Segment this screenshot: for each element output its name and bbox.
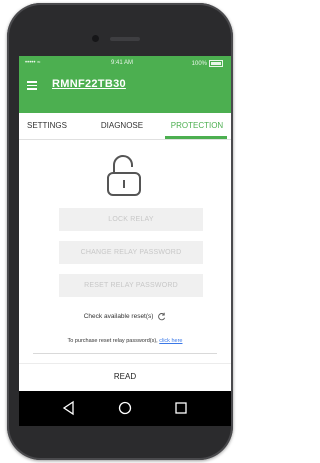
check-resets-row[interactable]: Check available reset(s) bbox=[19, 312, 231, 321]
check-resets-label: Check available reset(s) bbox=[83, 313, 154, 321]
purchase-text: To purchase reset relay password(s), bbox=[67, 338, 158, 344]
device-title: RMNF22TB30 bbox=[52, 78, 126, 90]
tab-diagnose[interactable]: DIAGNOSE bbox=[89, 113, 155, 139]
carrier-signal: ••••• ≈ bbox=[25, 60, 41, 66]
hamburger-menu-icon[interactable] bbox=[27, 81, 37, 90]
android-nav-bar bbox=[19, 391, 231, 426]
lock-relay-button[interactable]: LOCK RELAY bbox=[59, 208, 203, 231]
battery-status: 100% bbox=[192, 60, 223, 67]
recents-square-icon[interactable] bbox=[173, 400, 189, 416]
status-time: 9:41 AM bbox=[111, 60, 134, 66]
back-triangle-icon[interactable] bbox=[61, 400, 77, 416]
active-tab-indicator bbox=[165, 136, 227, 139]
read-button[interactable]: READ bbox=[19, 363, 231, 390]
purchase-reset-row: To purchase reset relay password(s), cli… bbox=[19, 338, 231, 344]
change-relay-password-button[interactable]: CHANGE RELAY PASSWORD bbox=[59, 241, 203, 264]
refresh-icon[interactable] bbox=[157, 312, 166, 321]
divider bbox=[33, 353, 217, 354]
reset-relay-password-button[interactable]: RESET RELAY PASSWORD bbox=[59, 274, 203, 297]
earpiece-speaker bbox=[110, 37, 140, 41]
status-bar: ••••• ≈ 9:41 AM 100% bbox=[19, 56, 231, 70]
open-padlock-icon bbox=[107, 155, 141, 196]
battery-icon bbox=[209, 60, 223, 67]
home-circle-icon[interactable] bbox=[117, 400, 133, 416]
battery-percent: 100% bbox=[191, 61, 207, 68]
tab-settings[interactable]: SETTINGS bbox=[19, 113, 75, 139]
app-bar: ••••• ≈ 9:41 AM 100% RMNF22TB30 bbox=[19, 56, 231, 113]
front-camera bbox=[92, 35, 99, 42]
purchase-link[interactable]: click here bbox=[159, 338, 182, 344]
tab-bar: SETTINGS DIAGNOSE PROTECTION bbox=[19, 113, 231, 140]
app-screen: ••••• ≈ 9:41 AM 100% RMNF22TB30 SETTINGS… bbox=[19, 56, 231, 426]
